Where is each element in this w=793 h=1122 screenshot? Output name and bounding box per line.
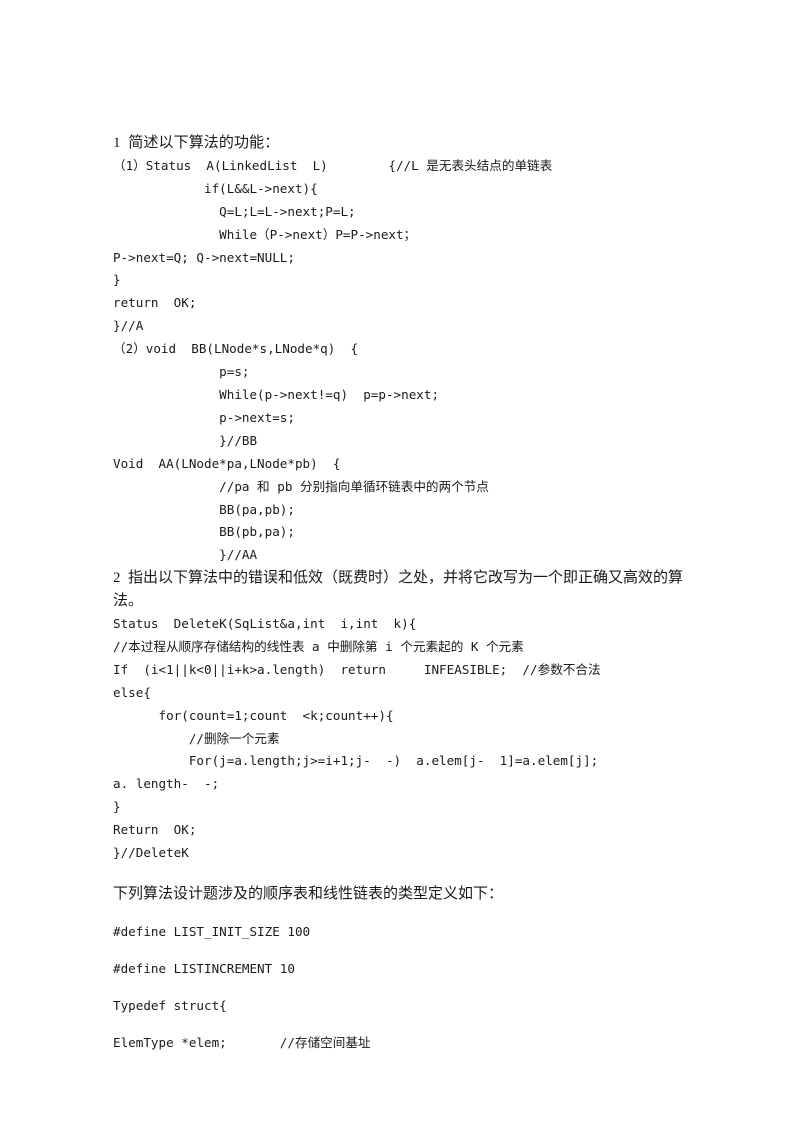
code-line: }//DeleteK bbox=[113, 842, 685, 865]
code-line-text: for(count=1;count <k;count++){ bbox=[113, 707, 394, 723]
code-line-text: } bbox=[113, 799, 121, 815]
code-line-text: }//BB bbox=[113, 432, 258, 448]
code-line-text: BB(pb,pa); bbox=[113, 524, 295, 540]
type-def-text: #define LISTINCREMENT 10 bbox=[113, 961, 295, 976]
code-line-text: if(L&&L->next){ bbox=[113, 180, 318, 196]
code-line-text: }//AA bbox=[113, 547, 258, 563]
code-line-text: } bbox=[113, 272, 121, 288]
code-line: If (i<1||k<0||i+k>a.length) return INFEA… bbox=[113, 659, 685, 682]
code-line-text: //pa 和 pb 分别指向单循环链表中的两个节点 bbox=[113, 478, 489, 494]
document-body: 1 简述以下算法的功能： （1）Status A(LinkedList L) {… bbox=[113, 132, 685, 1061]
code-line: （1）Status A(LinkedList L) {//L 是无表头结点的单链… bbox=[113, 155, 685, 178]
code-line: Status DeleteK(SqList&a,int i,int k){ bbox=[113, 613, 685, 636]
document-page: 1 简述以下算法的功能： （1）Status A(LinkedList L) {… bbox=[0, 0, 793, 1122]
code-line: p->next=s; bbox=[113, 407, 685, 430]
code-line-text: //删除一个元素 bbox=[113, 730, 280, 746]
code-line: //pa 和 pb 分别指向单循环链表中的两个节点 bbox=[113, 476, 685, 499]
code-line-text: Void AA(LNode*pa,LNode*pb) { bbox=[113, 455, 341, 471]
code-line: p=s; bbox=[113, 361, 685, 384]
code-line: While（P->next）P=P->next； bbox=[113, 224, 685, 247]
code-line: For(j=a.length;j>=i+1;j- -) a.elem[j- 1]… bbox=[113, 750, 685, 773]
type-def-text: #define LIST_INIT_SIZE 100 bbox=[113, 924, 311, 939]
code-line: else{ bbox=[113, 682, 685, 705]
type-def-line: Typedef struct{ bbox=[113, 987, 685, 1024]
code-line-text: If (i<1||k<0||i+k>a.length) return INFEA… bbox=[113, 661, 601, 677]
code-line: //本过程从顺序存储结构的线性表 a 中删除第 i 个元素起的 K 个元素 bbox=[113, 636, 685, 659]
code-line-text: //本过程从顺序存储结构的线性表 a 中删除第 i 个元素起的 K 个元素 bbox=[113, 638, 524, 654]
code-line: for(count=1;count <k;count++){ bbox=[113, 705, 685, 728]
code-line: a. length- -; bbox=[113, 773, 685, 796]
code-line: if(L&&L->next){ bbox=[113, 178, 685, 201]
code-line-text: }//A bbox=[113, 318, 144, 334]
code-line-text: p=s; bbox=[113, 364, 250, 380]
code-line-text: }//DeleteK bbox=[113, 845, 189, 861]
code-line: Void AA(LNode*pa,LNode*pb) { bbox=[113, 453, 685, 476]
code-line: P->next=Q; Q->next=NULL; bbox=[113, 247, 685, 270]
code-line: （2）void BB(LNode*s,LNode*q) { bbox=[113, 338, 685, 361]
code-line-text: BB(pa,pb); bbox=[113, 501, 295, 517]
code-line: Return OK; bbox=[113, 819, 685, 842]
code-line-text: Q=L;L=L->next;P=L; bbox=[113, 203, 356, 219]
code-line: While(p->next!=q) p=p->next; bbox=[113, 384, 685, 407]
code-line: }//AA bbox=[113, 544, 685, 567]
code-line: BB(pa,pb); bbox=[113, 499, 685, 522]
code-line: return OK; bbox=[113, 292, 685, 315]
section3-intro: 下列算法设计题涉及的顺序表和线性链表的类型定义如下： bbox=[113, 886, 504, 902]
code-line: Q=L;L=L->next;P=L; bbox=[113, 201, 685, 224]
type-def-line: #define LISTINCREMENT 10 bbox=[113, 950, 685, 987]
code-line-text: p->next=s; bbox=[113, 409, 295, 425]
code-line-text: Status DeleteK(SqList&a,int i,int k){ bbox=[113, 616, 417, 632]
code-line: }//A bbox=[113, 315, 685, 338]
code-line-text: return OK; bbox=[113, 295, 197, 311]
code-line-text: While(p->next!=q) p=p->next; bbox=[113, 386, 440, 402]
code-line-text: else{ bbox=[113, 684, 151, 700]
code-line: //删除一个元素 bbox=[113, 728, 685, 751]
type-def-text: Typedef struct{ bbox=[113, 998, 227, 1013]
code-line-text: （1）Status A(LinkedList L) {//L 是无表头结点的单链… bbox=[113, 157, 553, 173]
section1-heading: 1 简述以下算法的功能： bbox=[113, 135, 280, 151]
type-def-line: ElemType *elem; //存储空间基址 bbox=[113, 1024, 685, 1061]
code-line-text: While（P->next）P=P->next； bbox=[113, 226, 417, 242]
code-line-text: P->next=Q; Q->next=NULL; bbox=[113, 249, 295, 265]
code-line-text: a. length- -; bbox=[113, 776, 220, 792]
type-def-line: #define LIST_INIT_SIZE 100 bbox=[113, 913, 685, 950]
code-line: } bbox=[113, 796, 685, 819]
code-line-text: （2）void BB(LNode*s,LNode*q) { bbox=[113, 341, 359, 357]
code-line: }//BB bbox=[113, 430, 685, 453]
code-line-text: Return OK; bbox=[113, 822, 197, 838]
code-line: } bbox=[113, 269, 685, 292]
section2-heading: 2 指出以下算法中的错误和低效（既费时）之处，并将它改写为一个即正确又高效的算法… bbox=[113, 570, 684, 610]
type-def-text: ElemType *elem; //存储空间基址 bbox=[113, 1035, 371, 1050]
code-line-text: For(j=a.length;j>=i+1;j- -) a.elem[j- 1]… bbox=[113, 753, 599, 769]
code-line: BB(pb,pa); bbox=[113, 521, 685, 544]
